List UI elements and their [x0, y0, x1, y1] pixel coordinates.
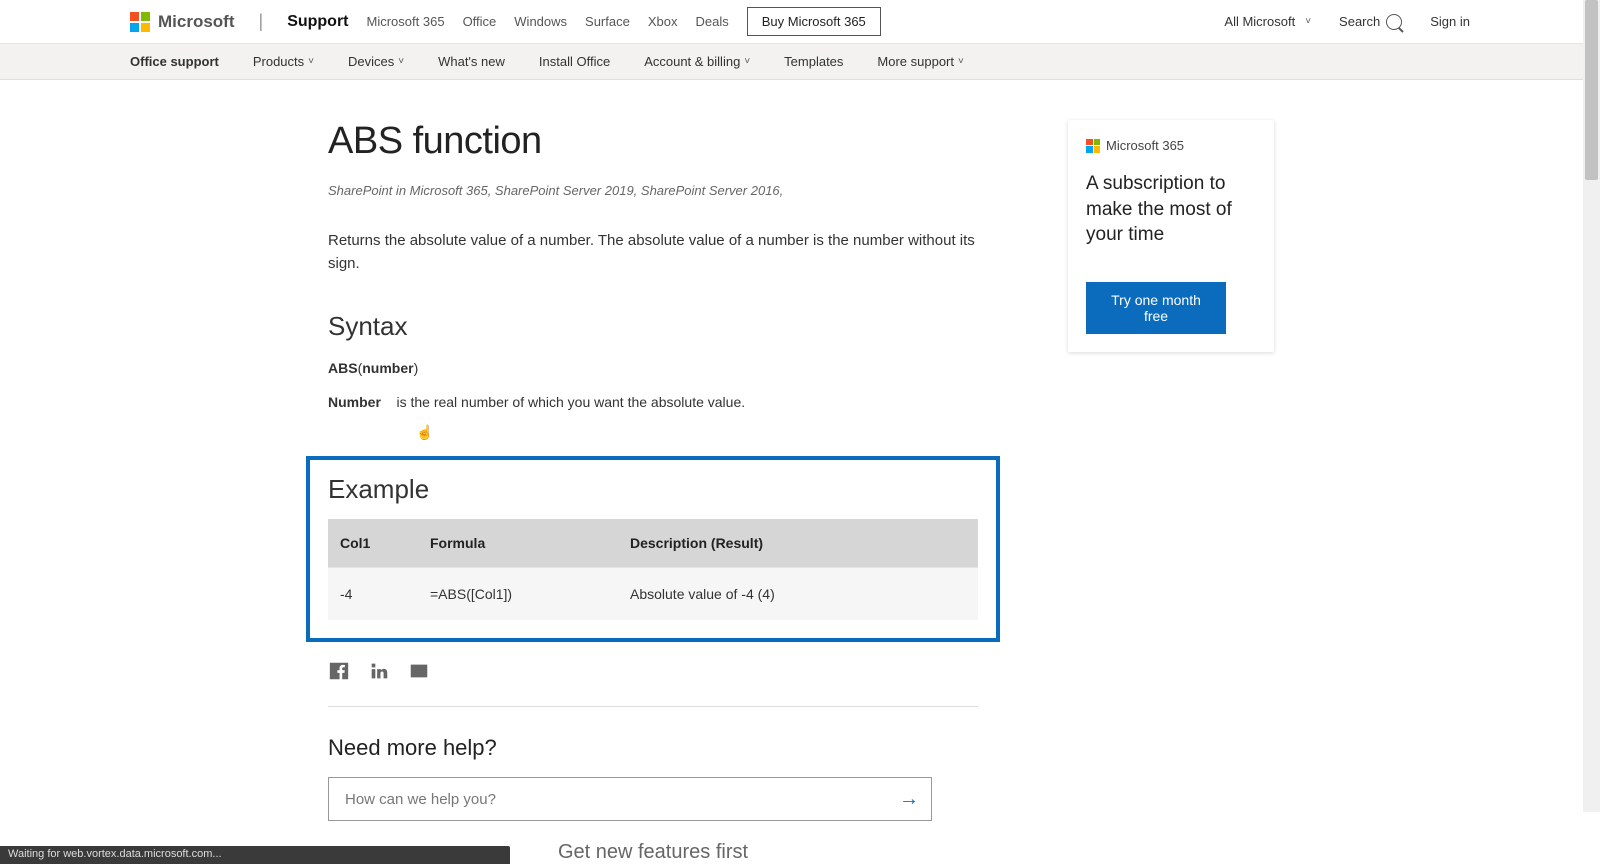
nav-account-billing[interactable]: Account & billing˅ — [644, 54, 750, 69]
help-search-box: → — [328, 777, 932, 821]
nav-surface[interactable]: Surface — [585, 14, 630, 29]
nav-devices[interactable]: Devices˅ — [348, 54, 404, 69]
signin-link[interactable]: Sign in — [1430, 14, 1470, 29]
article: ABS function SharePoint in Microsoft 365… — [328, 120, 978, 864]
microsoft-365-promo-card: Microsoft 365 A subscription to make the… — [1068, 120, 1274, 352]
header-right: All Microsoft ˅ Search Sign in — [1224, 14, 1470, 30]
page-body: ABS function SharePoint in Microsoft 365… — [0, 80, 1600, 864]
chevron-down-icon: ˅ — [308, 56, 314, 67]
th-formula: Formula — [418, 519, 618, 568]
help-search-input[interactable] — [329, 791, 887, 808]
search-icon — [1386, 14, 1402, 30]
syntax-signature: ABS(number) — [328, 360, 978, 376]
example-highlight-box: Example Col1 Formula Description (Result… — [306, 456, 1000, 642]
th-col1: Col1 — [328, 519, 418, 568]
microsoft-logo-icon — [130, 12, 150, 32]
syntax-arg-name: number — [362, 360, 413, 376]
header-divider: | — [253, 11, 270, 32]
search-label: Search — [1339, 14, 1380, 29]
nav-office-support[interactable]: Office support — [130, 54, 219, 69]
nav-templates[interactable]: Templates — [784, 54, 843, 69]
example-table: Col1 Formula Description (Result) -4 =AB… — [328, 519, 978, 620]
try-one-month-free-button[interactable]: Try one month free — [1086, 282, 1226, 334]
table-header-row: Col1 Formula Description (Result) — [328, 519, 978, 568]
promo-brand: Microsoft 365 — [1086, 138, 1256, 153]
all-microsoft-label: All Microsoft — [1224, 14, 1295, 29]
need-more-help-heading: Need more help? — [328, 735, 978, 761]
intro-paragraph: Returns the absolute value of a number. … — [328, 230, 978, 275]
chevron-down-icon: ˅ — [398, 56, 404, 67]
chevron-down-icon: ˅ — [958, 56, 964, 67]
nav-office[interactable]: Office — [463, 14, 497, 29]
td-formula: =ABS([Col1]) — [418, 568, 618, 621]
all-microsoft-menu[interactable]: All Microsoft ˅ — [1224, 14, 1311, 29]
microsoft-logo-icon — [1086, 139, 1100, 153]
help-search-submit[interactable]: → — [887, 788, 931, 811]
cursor-icon: ☝ — [416, 424, 430, 442]
chevron-down-icon: ˅ — [1305, 16, 1311, 27]
arg-text: is the real number of which you want the… — [396, 394, 745, 410]
example-heading: Example — [328, 474, 978, 505]
browser-status-bar: Waiting for web.vortex.data.microsoft.co… — [0, 846, 510, 864]
support-link[interactable]: Support — [287, 13, 348, 31]
nav-deals[interactable]: Deals — [695, 14, 728, 29]
promo-tagline: A subscription to make the most of your … — [1086, 171, 1256, 282]
search-button[interactable]: Search — [1339, 14, 1402, 30]
share-row — [328, 656, 978, 706]
header-left: Microsoft | Support Microsoft 365 Office… — [130, 7, 881, 36]
arrow-right-icon: → — [899, 788, 919, 810]
nav-m365[interactable]: Microsoft 365 — [367, 14, 445, 29]
secondary-nav: Office support Products˅ Devices˅ What's… — [0, 44, 1600, 80]
email-icon[interactable] — [408, 660, 430, 682]
linkedin-icon[interactable] — [368, 660, 390, 682]
applies-to: SharePoint in Microsoft 365, SharePoint … — [328, 183, 978, 198]
nav-whats-new[interactable]: What's new — [438, 54, 505, 69]
page-scrollbar[interactable] — [1583, 0, 1600, 812]
nav-xbox[interactable]: Xbox — [648, 14, 678, 29]
promo-brand-label: Microsoft 365 — [1106, 138, 1184, 153]
table-row: -4 =ABS([Col1]) Absolute value of -4 (4) — [328, 568, 978, 621]
nav-more-support[interactable]: More support˅ — [877, 54, 963, 69]
argument-description: Number is the real number of which you w… — [328, 394, 978, 410]
page-title: ABS function — [328, 120, 978, 163]
arg-label: Number — [328, 394, 381, 410]
nav-install-office[interactable]: Install Office — [539, 54, 610, 69]
td-description: Absolute value of -4 (4) — [618, 568, 978, 621]
th-description: Description (Result) — [618, 519, 978, 568]
facebook-icon[interactable] — [328, 660, 350, 682]
syntax-heading: Syntax — [328, 311, 978, 342]
microsoft-logo[interactable]: Microsoft — [130, 12, 235, 32]
nav-windows[interactable]: Windows — [514, 14, 567, 29]
chevron-down-icon: ˅ — [744, 56, 750, 67]
syntax-fn-name: ABS — [328, 360, 358, 376]
td-col1: -4 — [328, 568, 418, 621]
buy-microsoft-365-button[interactable]: Buy Microsoft 365 — [747, 7, 881, 36]
global-header: Microsoft | Support Microsoft 365 Office… — [0, 0, 1600, 44]
nav-products[interactable]: Products˅ — [253, 54, 314, 69]
microsoft-logo-text: Microsoft — [158, 12, 235, 32]
separator — [328, 706, 978, 707]
